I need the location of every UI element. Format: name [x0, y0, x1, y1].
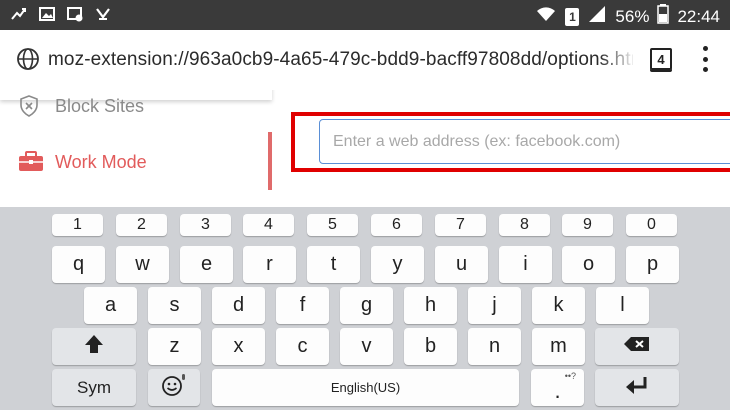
key-a[interactable]: a [84, 287, 137, 324]
key-m[interactable]: m [532, 328, 585, 365]
key-q[interactable]: q [52, 246, 105, 283]
emoji-icon [161, 373, 187, 402]
space-key[interactable]: English(US) [212, 369, 519, 406]
clock: 22:44 [677, 6, 720, 26]
status-bar: 1 56% 22:44 [0, 0, 730, 30]
key-w[interactable]: w [116, 246, 169, 283]
key-i[interactable]: i [499, 246, 552, 283]
key-n[interactable]: n [468, 328, 521, 365]
active-indicator [268, 132, 272, 190]
key-p[interactable]: p [626, 246, 679, 283]
key-4[interactable]: 4 [243, 214, 294, 236]
sidebar-item-label: Work Mode [55, 151, 147, 172]
key-1[interactable]: 1 [52, 214, 103, 236]
sidebar-item-block-sites[interactable]: Block Sites [0, 90, 260, 126]
sidebar-item-label: Block Sites [55, 95, 145, 116]
system-status: 1 56% 22:44 [535, 4, 720, 29]
sym-key-label: Sym [77, 377, 111, 397]
notification-icons [10, 5, 112, 23]
onscreen-keyboard: Sym English(US) . ••? 1234567890 qwertyui… [0, 207, 730, 410]
key-9[interactable]: 9 [562, 214, 613, 236]
key-8[interactable]: 8 [499, 214, 550, 236]
key-k[interactable]: k [532, 287, 585, 324]
shield-x-icon [18, 95, 40, 117]
briefcase-icon [18, 151, 43, 173]
signal-icon [587, 5, 607, 28]
period-hint-icon: ••? [564, 371, 576, 381]
key-b[interactable]: b [404, 328, 457, 365]
backspace-key[interactable] [595, 328, 679, 365]
key-5[interactable]: 5 [307, 214, 358, 236]
url-bar[interactable]: moz-extension://963a0cb9-4a65-479c-bdd9-… [48, 49, 633, 71]
space-key-label: English(US) [330, 380, 401, 395]
key-r[interactable]: r [243, 246, 296, 283]
download-check-icon [94, 5, 112, 23]
key-7[interactable]: 7 [435, 214, 486, 236]
key-t[interactable]: t [307, 246, 360, 283]
usb-transfer-icon [10, 5, 28, 23]
options-page: Block Sites Work Mode [0, 90, 730, 207]
dot-icon [702, 67, 708, 72]
key-3[interactable]: 3 [180, 214, 231, 236]
url-fade [600, 44, 636, 74]
battery-percent: 56% [615, 6, 650, 26]
sidebar-item-work-mode[interactable]: Work Mode [0, 142, 260, 182]
wifi-icon [535, 5, 557, 28]
tab-counter-button[interactable]: 4 [650, 48, 672, 70]
key-u[interactable]: u [435, 246, 488, 283]
browser-toolbar: moz-extension://963a0cb9-4a65-479c-bdd9-… [0, 30, 730, 90]
period-key-label: . [554, 377, 561, 403]
key-e[interactable]: e [180, 246, 233, 283]
key-c[interactable]: c [276, 328, 329, 365]
key-v[interactable]: v [340, 328, 393, 365]
key-o[interactable]: o [562, 246, 615, 283]
backspace-icon [622, 335, 652, 358]
key-d[interactable]: d [212, 287, 265, 324]
shift-key[interactable] [52, 328, 136, 365]
emoji-key[interactable] [148, 369, 200, 406]
sym-key[interactable]: Sym [52, 369, 136, 406]
dot-icon [702, 56, 708, 62]
key-x[interactable]: x [212, 328, 265, 365]
key-f[interactable]: f [276, 287, 329, 324]
globe-icon[interactable] [16, 47, 40, 71]
key-z[interactable]: z [148, 328, 201, 365]
key-l[interactable]: l [596, 287, 649, 324]
gallery-icon [38, 5, 56, 23]
key-0[interactable]: 0 [626, 214, 677, 236]
key-2[interactable]: 2 [116, 214, 167, 236]
dot-icon [702, 46, 708, 51]
key-6[interactable]: 6 [371, 214, 422, 236]
enter-key[interactable] [595, 369, 679, 406]
battery-icon [657, 4, 670, 29]
overflow-menu-button[interactable] [700, 46, 710, 72]
enter-arrow-icon [624, 375, 650, 400]
key-j[interactable]: j [468, 287, 521, 324]
shift-arrow-icon [83, 333, 105, 360]
key-h[interactable]: h [404, 287, 457, 324]
key-s[interactable]: s [148, 287, 201, 324]
key-g[interactable]: g [340, 287, 393, 324]
web-address-input[interactable] [319, 119, 730, 164]
key-y[interactable]: y [371, 246, 424, 283]
screenshot-icon [66, 5, 84, 23]
period-key[interactable]: . ••? [531, 369, 584, 406]
sim-icon: 1 [565, 7, 580, 26]
